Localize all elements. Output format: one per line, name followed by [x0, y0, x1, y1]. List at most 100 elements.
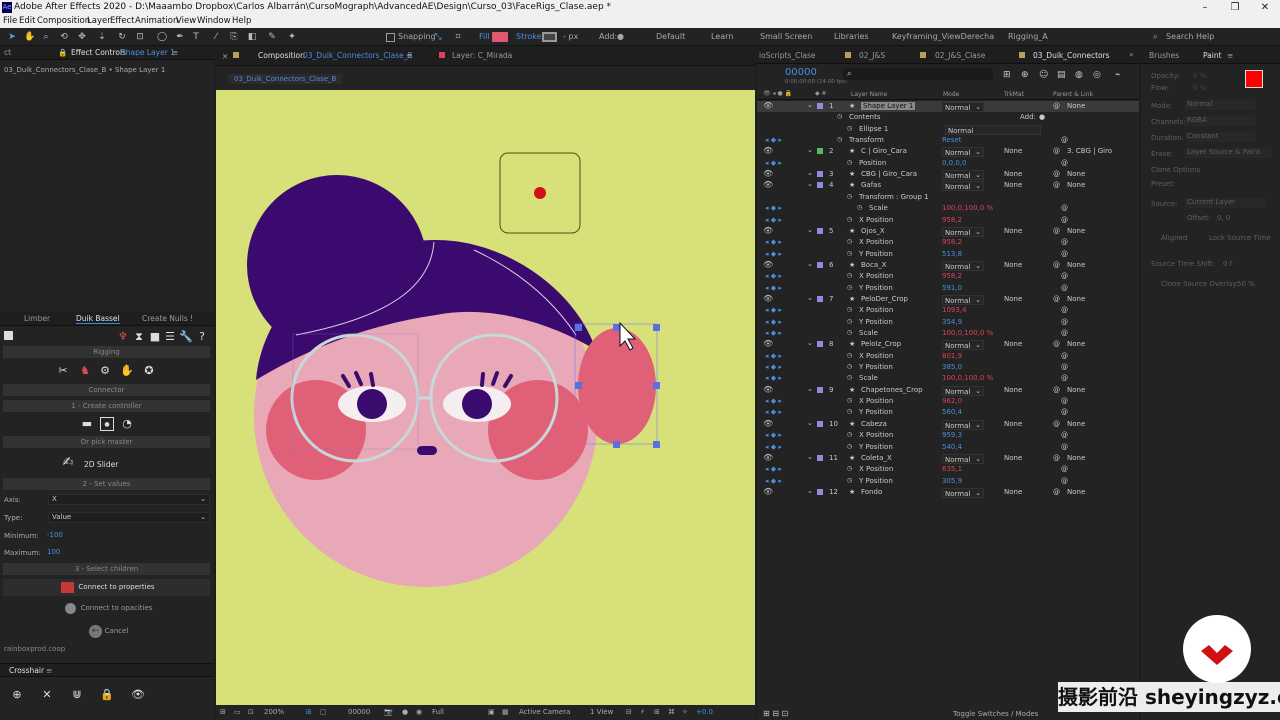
eye-icon[interactable]: 👁 [131, 688, 145, 702]
view-layout-select[interactable]: 1 View [590, 708, 613, 716]
opacity-value[interactable]: 0 % [1193, 72, 1206, 80]
trkmat-select[interactable]: None [1004, 170, 1034, 180]
tab-crosshair[interactable]: Crosshair [9, 666, 44, 675]
tab-duik-bassel[interactable]: Duik Bassel [76, 314, 120, 324]
expression-icon[interactable]: @ [1061, 374, 1068, 382]
comp-breadcrumb[interactable]: 03_Duik_Connectors_Clase_B [228, 74, 343, 84]
expression-icon[interactable]: @ [1061, 136, 1068, 144]
trkmat-select[interactable]: None [1004, 488, 1034, 498]
property-value[interactable]: 958,2 [942, 238, 962, 246]
property-value[interactable]: 591,0 [942, 284, 962, 292]
expand-chevron-icon[interactable]: ⌄ [807, 487, 813, 495]
ellipse-tool-icon[interactable]: ◯ [156, 31, 168, 43]
section-connector[interactable]: Connector [3, 384, 210, 396]
layer-row[interactable]: 👁 ⌄ 10 ★ Cabeza Normal ⌄ None @ None [757, 419, 1139, 430]
label-color-swatch[interactable] [817, 171, 823, 178]
wrench-icon[interactable]: 🔧 [179, 330, 193, 344]
roto-tool-icon[interactable]: ✎ [266, 31, 278, 43]
mode-select[interactable]: Normal [1185, 100, 1255, 110]
panel-menu-icon[interactable]: ≡ [406, 51, 412, 60]
expand-chevron-icon[interactable]: ⌄ [807, 453, 813, 461]
trkmat-select[interactable]: None [1004, 295, 1034, 305]
expand-chevron-icon[interactable]: ⌄ [807, 226, 813, 234]
timeline-toggle-icon[interactable]: ⊞ [654, 708, 660, 716]
help-icon[interactable]: ? [195, 330, 209, 344]
property-value[interactable]: 801,9 [942, 352, 962, 360]
property-row[interactable]: ◂ ◆ ▸ ◷ Position 0,0,0,0 @ [757, 158, 1139, 169]
pen-tool-icon[interactable]: ✒ [174, 31, 186, 43]
visibility-eye-icon[interactable]: 👁 [763, 419, 773, 428]
visibility-eye-icon[interactable]: 👁 [763, 487, 773, 496]
stopwatch-icon[interactable]: ◷ [847, 431, 852, 438]
expression-icon[interactable]: @ [1061, 408, 1068, 416]
keyframe-nav-icon[interactable]: ◂ ◆ ▸ [765, 374, 782, 382]
workspace-rigging[interactable]: Rigging_A [1008, 32, 1048, 41]
channels-select[interactable]: RGBA [1185, 116, 1255, 126]
workspace-small-screen[interactable]: Small Screen [760, 32, 812, 41]
visibility-eye-icon[interactable]: 👁 [763, 340, 773, 348]
clone-overlay-value[interactable]: 50 % [1237, 280, 1255, 288]
section-set-values[interactable]: 2 - Set values [3, 478, 210, 490]
frame-blend-icon[interactable]: ▤ [1057, 70, 1066, 80]
tab-effect-controls[interactable]: Effect Controls [71, 48, 126, 57]
property-row[interactable]: ◂ ◆ ▸ ◷ Y Position 560,4 @ [757, 407, 1139, 418]
composition-viewer[interactable] [216, 90, 755, 705]
resolution-select[interactable]: Full [432, 708, 444, 716]
property-row[interactable]: ◂ ◆ ▸ ◷ Scale 100,0,100,0 % @ [757, 373, 1139, 384]
fill-label[interactable]: Fill [479, 32, 490, 41]
visibility-eye-icon[interactable]: 👁 [763, 385, 773, 394]
trkmat-select[interactable]: None [1004, 227, 1034, 237]
property-row[interactable]: ◷ Contents Add: ● [757, 112, 1139, 123]
comp-flowchart-icon[interactable]: ⊞ [1003, 70, 1011, 80]
dolly-tool-icon[interactable]: ⇣ [96, 31, 108, 43]
layer-row[interactable]: 👁 ⌄ 5 ★ Ojos_X Normal ⌄ None @ None [757, 226, 1139, 237]
transparency-icon[interactable]: ▦ [502, 708, 509, 716]
stopwatch-icon[interactable]: ◷ [847, 238, 852, 245]
label-color-swatch[interactable] [817, 295, 823, 302]
expression-icon[interactable]: @ [1061, 443, 1068, 451]
property-row[interactable]: ◷ Transform : Group 1 [757, 192, 1139, 203]
property-row[interactable]: ◂ ◆ ▸ ◷ X Position 958,2 @ [757, 237, 1139, 248]
source-time-shift-value[interactable]: 0 f [1223, 260, 1232, 268]
parent-select[interactable]: None [1067, 227, 1085, 235]
mask-icon[interactable]: ⊡ [248, 708, 254, 716]
visibility-eye-icon[interactable]: 👁 [763, 170, 773, 178]
roi-icon[interactable]: ▣ [488, 708, 495, 716]
expression-icon[interactable]: @ [1061, 250, 1068, 258]
expand-chevron-icon[interactable]: ⌄ [807, 294, 813, 302]
stopwatch-icon[interactable]: ◷ [847, 284, 852, 291]
layer-row[interactable]: 👁 ⌄ 1 ★ Shape Layer 1 Normal ⌄ @ None [757, 101, 1139, 112]
add-label[interactable]: Add: [599, 32, 617, 41]
keyframe-nav-icon[interactable]: ◂ ◆ ▸ [765, 443, 782, 451]
mode-select[interactable]: Normal ⌄ [942, 147, 984, 158]
mode-select[interactable]: Normal ⌄ [942, 170, 984, 181]
keyframe-nav-icon[interactable]: ◂ ◆ ▸ [765, 352, 782, 360]
tab-limber[interactable]: Limber [24, 314, 50, 323]
col-trkmat[interactable]: TrkMat [1004, 91, 1024, 98]
stopwatch-icon[interactable]: ◷ [847, 159, 852, 166]
clone-overlay-label[interactable]: Clone Source Overlay: [1161, 280, 1238, 288]
expression-icon[interactable]: @ [1061, 238, 1068, 246]
expand-chevron-icon[interactable]: ⌄ [807, 260, 813, 268]
stopwatch-icon[interactable]: ◷ [847, 397, 852, 404]
mode-select[interactable]: Normal ⌄ [942, 340, 984, 351]
mode-select[interactable]: Normal ⌄ [942, 260, 984, 271]
expression-icon[interactable]: @ [1061, 284, 1068, 292]
keyframe-nav-icon[interactable]: ◂ ◆ ▸ [765, 272, 782, 280]
puppet-tool-icon[interactable]: ✦ [286, 31, 298, 43]
menu-layer[interactable]: Layer [87, 16, 111, 26]
flow-value[interactable]: 0 % [1193, 84, 1206, 92]
expand-chevron-icon[interactable]: ⌄ [807, 146, 813, 154]
keyframe-nav-icon[interactable]: ◂ ◆ ▸ [765, 363, 782, 371]
label-color-swatch[interactable] [817, 103, 823, 109]
property-row[interactable]: ◂ ◆ ▸ ◷ X Position 958,2 @ [757, 215, 1139, 226]
label-color-swatch[interactable] [817, 454, 823, 461]
property-value[interactable]: 100,0,100,0 % [942, 204, 993, 212]
property-value[interactable]: 635,1 [942, 465, 962, 473]
keyframe-nav-icon[interactable]: ◂ ◆ ▸ [765, 465, 782, 473]
stopwatch-icon[interactable]: ◷ [847, 193, 852, 200]
property-row[interactable]: ◂ ◆ ▸ ◷ X Position 1093,4 @ [757, 305, 1139, 316]
pan-tool-icon[interactable]: ✥ [76, 31, 88, 43]
expand-chevron-icon[interactable]: ⌄ [807, 419, 813, 427]
curve-editor-icon[interactable]: ⌁ [1115, 70, 1120, 80]
